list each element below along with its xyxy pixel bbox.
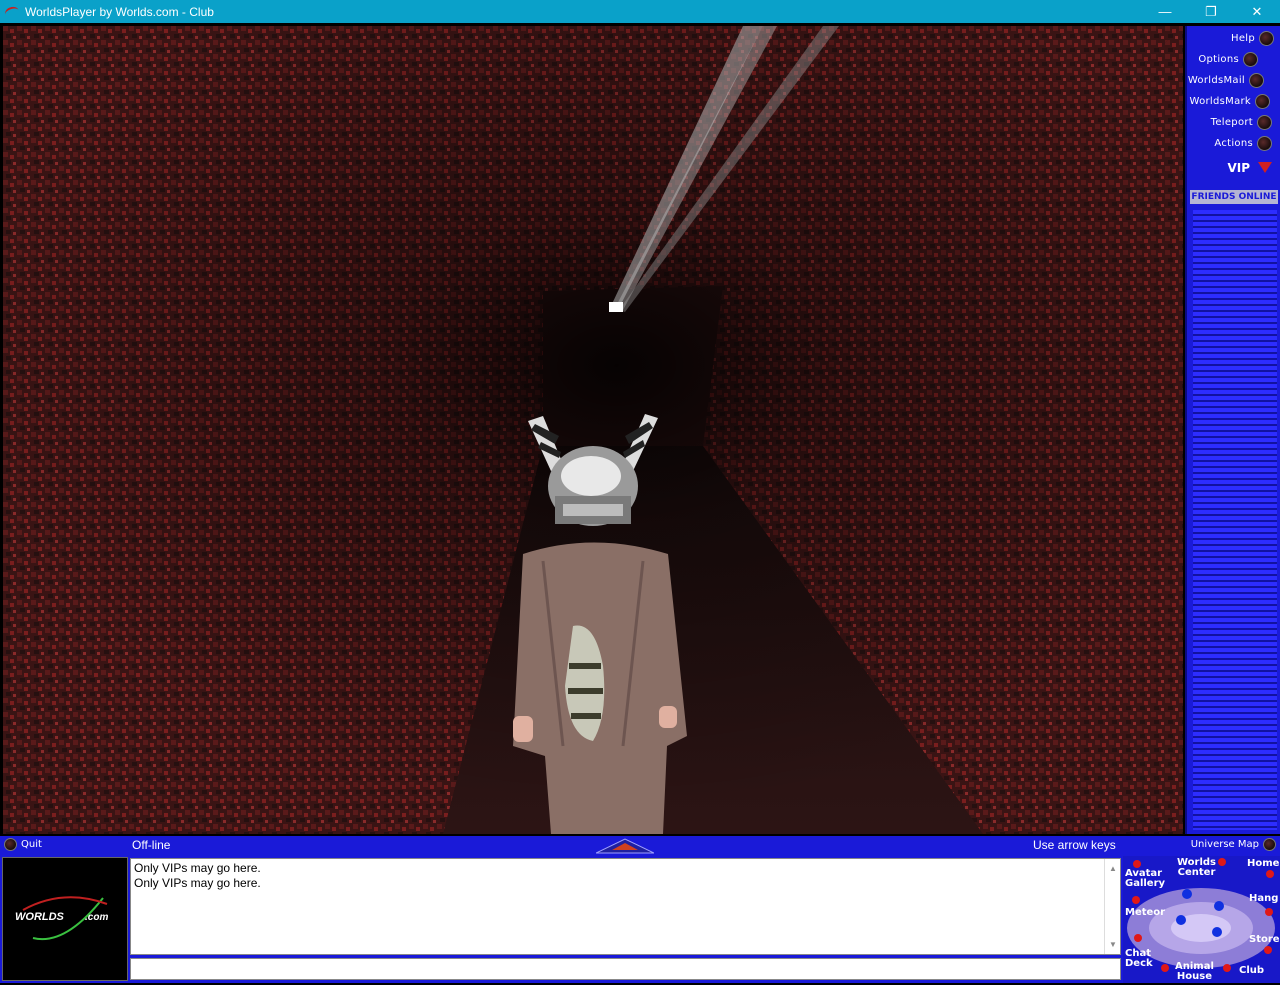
world-3d-view[interactable] [3,26,1183,834]
chat-message: Only VIPs may go here. [134,876,261,890]
expand-view-handle[interactable] [596,837,654,854]
chat-log[interactable]: Only VIPs may go here. Only VIPs may go … [130,858,1121,955]
knob-icon [1255,94,1270,109]
help-label: Help [1231,33,1255,44]
title-bar: WorldsPlayer by Worlds.com - Club — ❐ ✕ [0,0,1280,23]
quit-button[interactable]: Quit [4,838,42,851]
universe-map-button[interactable]: Universe Map [1191,838,1276,851]
map-store[interactable]: Store [1249,935,1280,945]
worldsmail-button[interactable]: WorldsMail [1188,71,1264,90]
knob-icon [1257,136,1272,151]
worlds-logo-graphic: WORLDS .com [15,896,108,941]
window-controls: — ❐ ✕ [1142,0,1280,23]
connection-status: Off-line [132,838,171,852]
universe-map[interactable]: Avatar Gallery Worlds Center Home Hang M… [1123,856,1280,983]
worlds-app-icon [4,4,20,20]
map-chat-deck[interactable]: Chat Deck [1125,949,1153,969]
logo-suffix: .com [85,912,108,923]
knob-icon [1257,115,1272,130]
scroll-down-icon[interactable]: ▼ [1109,937,1117,952]
actions-label: Actions [1214,138,1253,149]
navigation-hint: Use arrow keys [1033,838,1116,852]
map-animal-house[interactable]: Animal House [1175,962,1214,982]
maximize-button[interactable]: ❐ [1188,0,1234,23]
quit-label: Quit [21,839,42,850]
chat-input[interactable] [130,958,1121,980]
options-button[interactable]: Options [1198,50,1258,69]
side-menu-panel: Help Options WorldsMail WorldsMark Telep… [1185,26,1280,834]
worlds-logo: WORLDS .com [2,857,128,981]
map-hang[interactable]: Hang [1249,894,1278,904]
worldsmail-label: WorldsMail [1187,75,1245,86]
worldsmark-button[interactable]: WorldsMark [1189,92,1270,111]
window-title: WorldsPlayer by Worlds.com - Club [25,4,214,19]
close-button[interactable]: ✕ [1234,0,1280,23]
ceiling-lamp [609,302,623,312]
chat-scrollbar[interactable]: ▲ ▼ [1104,859,1120,954]
friends-online-list[interactable] [1193,210,1277,830]
actions-button[interactable]: Actions [1214,134,1272,153]
friends-online-header: FRIENDS ONLINE [1190,190,1278,204]
map-meteor[interactable]: Meteor [1125,908,1165,918]
map-worlds-center[interactable]: Worlds Center [1177,858,1216,878]
vip-label: VIP [1227,160,1250,175]
knob-icon [4,838,17,851]
options-label: Options [1198,54,1239,65]
chat-message: Only VIPs may go here. [134,861,261,875]
map-home[interactable]: Home [1247,859,1279,869]
help-button[interactable]: Help [1231,29,1274,48]
map-club[interactable]: Club [1239,966,1264,976]
bottom-panel: WORLDS .com Only VIPs may go here. Only … [0,855,1280,983]
teleport-button[interactable]: Teleport [1211,113,1272,132]
status-bar: Quit Off-line Use arrow keys Universe Ma… [0,836,1280,855]
tunnel-scene [3,26,1183,834]
knob-icon [1263,838,1276,851]
scroll-up-icon[interactable]: ▲ [1109,861,1117,876]
universe-map-label: Universe Map [1190,839,1259,850]
knob-icon [1243,52,1258,67]
map-avatar-gallery[interactable]: Avatar Gallery [1125,869,1165,889]
triangle-down-icon [1258,162,1272,173]
knob-icon [1259,31,1274,46]
minimize-button[interactable]: — [1142,0,1188,23]
vip-button[interactable]: VIP [1227,158,1272,177]
knob-icon [1249,73,1264,88]
logo-text: WORLDS [15,911,65,923]
worldsmark-label: WorldsMark [1189,96,1251,107]
teleport-label: Teleport [1210,117,1253,128]
